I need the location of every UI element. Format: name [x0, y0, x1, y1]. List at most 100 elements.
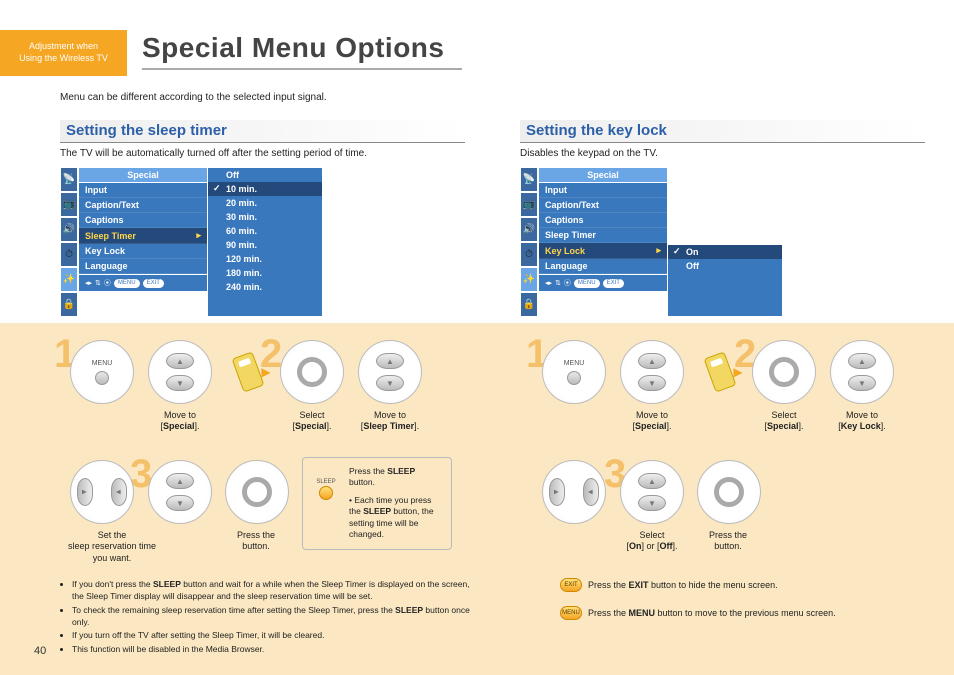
down-arrow-icon: ▼	[166, 375, 194, 391]
osd-tab-icon: ⏱	[520, 242, 538, 267]
remote-updown: ▲ ▼	[148, 340, 212, 404]
button-icon	[567, 371, 581, 385]
menu-label: MENU	[564, 360, 585, 367]
remote-updown: ▲ ▼	[148, 460, 212, 524]
osd-item: Key Lock	[79, 244, 207, 259]
osd-tab-icon: 🔒	[520, 292, 538, 317]
caption-press-btn: Press thebutton.	[206, 530, 306, 553]
exit-button-icon: EXIT	[560, 578, 582, 592]
osd-option: Off	[668, 259, 782, 273]
osd-item: Captions	[539, 213, 667, 228]
ok-ring-icon	[769, 357, 799, 387]
hint-menu: MENU Press the MENU button to move to th…	[560, 606, 836, 620]
remote-illustration: ▶	[694, 340, 758, 404]
osd-option-selected: On	[668, 244, 782, 259]
remote-leftright: ▲ ▼	[70, 460, 134, 524]
osd-option: 180 min.	[208, 266, 322, 280]
caption-set-time: Set thesleep reservation timeyou want.	[52, 530, 172, 564]
up-arrow-icon: ▲	[638, 353, 666, 369]
remote-illustration: ▶	[222, 340, 286, 404]
page-title: Special Menu Options	[142, 32, 462, 70]
osd-tab-icon: 📡	[520, 167, 538, 192]
osd-header: Special	[78, 167, 208, 182]
osd-header: Special	[538, 167, 668, 182]
down-arrow-icon: ▼	[638, 495, 666, 511]
badge-line2: Using the Wireless TV	[0, 53, 127, 65]
page-number: 40	[34, 645, 46, 657]
caption-move-special: Move to[Special].	[130, 410, 230, 433]
up-arrow-icon: ▲	[376, 353, 404, 369]
osd-option: 120 min.	[208, 252, 322, 266]
tip-sleep-button: SLEEP Press the SLEEP button. • Each tim…	[302, 457, 452, 550]
osd-tab-icon: ⏱	[60, 242, 78, 267]
ok-ring-icon	[297, 357, 327, 387]
heading-key-lock: Setting the key lock	[520, 120, 925, 143]
caption-move-special: Move to[Special].	[602, 410, 702, 433]
note-item: If you don't press the SLEEP button and …	[72, 578, 470, 603]
section-badge: Adjustment when Using the Wireless TV	[0, 30, 127, 76]
intro-text: Menu can be different according to the s…	[60, 92, 327, 103]
remote-icon	[232, 351, 265, 392]
remote-updown: ▲ ▼	[620, 460, 684, 524]
right-arrow-icon: ▼	[111, 478, 127, 506]
osd-option: 20 min.	[208, 196, 322, 210]
remote-menu-button: MENU	[70, 340, 134, 404]
caption-press-btn: Press thebutton.	[678, 530, 778, 553]
osd-footer-exit: EXIT	[143, 279, 164, 288]
remote-updown: ▲ ▼	[358, 340, 422, 404]
note-item: If you turn off the TV after setting the…	[72, 629, 470, 641]
osd-item-selected: Sleep Timer▸	[79, 228, 207, 244]
note-item: This function will be disabled in the Me…	[72, 643, 470, 655]
remote-leftright: ▲ ▼	[542, 460, 606, 524]
hint-text: Press the EXIT button to hide the menu s…	[588, 580, 778, 590]
right-arrow-icon: ▼	[583, 478, 599, 506]
hint-text: Press the MENU button to move to the pre…	[588, 608, 836, 618]
notes-list: If you don't press the SLEEP button and …	[60, 578, 470, 656]
down-arrow-icon: ▼	[376, 375, 404, 391]
osd-footer: ◂▸⇅⦿ MENU EXIT	[78, 275, 208, 292]
osd-footer: ◂▸⇅⦿ MENU EXIT	[538, 275, 668, 292]
remote-menu-button: MENU	[542, 340, 606, 404]
badge-line1: Adjustment when	[0, 41, 127, 53]
osd-tab-icon: 🔊	[60, 217, 78, 242]
osd-item: Captions	[79, 213, 207, 228]
osd-option: Off	[208, 168, 322, 182]
sleep-button-icon	[319, 486, 333, 500]
tip-line: Press the SLEEP button.	[349, 466, 443, 489]
osd-option: 90 min.	[208, 238, 322, 252]
remote-icon	[704, 351, 737, 392]
sleep-label: SLEEP	[316, 478, 335, 486]
ok-ring-icon	[242, 477, 272, 507]
down-arrow-icon: ▼	[638, 375, 666, 391]
osd-item: Input	[79, 183, 207, 198]
tip-line: • Each time you press the SLEEP button, …	[349, 495, 443, 541]
remote-ok-button	[752, 340, 816, 404]
caption-move-keylock: Move to[Key Lock].	[812, 410, 912, 433]
heading-sleep-timer: Setting the sleep timer	[60, 120, 465, 143]
osd-tab-icon: 🔒	[60, 292, 78, 317]
ok-ring-icon	[714, 477, 744, 507]
osd-item: Caption/Text	[539, 198, 667, 213]
note-item: To check the remaining sleep reservation…	[72, 604, 470, 629]
button-icon	[95, 371, 109, 385]
osd-option: 30 min.	[208, 210, 322, 224]
desc-sleep-timer: The TV will be automatically turned off …	[60, 148, 367, 159]
remote-ok-button	[225, 460, 289, 524]
remote-ok-button	[697, 460, 761, 524]
hint-exit: EXIT Press the EXIT button to hide the m…	[560, 578, 778, 592]
osd-menu-sleep: 📡 📺 🔊 ⏱ ✨ 🔒 Special Input Caption/Text C…	[60, 167, 355, 317]
osd-option: 240 min.	[208, 280, 322, 294]
osd-footer-exit: EXIT	[603, 279, 624, 288]
osd-tab-icon: ✨	[520, 267, 538, 292]
osd-footer-menu: MENU	[574, 279, 600, 288]
osd-item: Input	[539, 183, 667, 198]
down-arrow-icon: ▼	[166, 495, 194, 511]
remote-updown: ▲ ▼	[830, 340, 894, 404]
osd-item: Language	[79, 259, 207, 274]
osd-footer-menu: MENU	[114, 279, 140, 288]
osd-item-selected: Key Lock▸	[539, 243, 667, 259]
up-arrow-icon: ▲	[638, 473, 666, 489]
osd-item: Sleep Timer	[539, 228, 667, 243]
left-arrow-icon: ▲	[549, 478, 565, 506]
osd-option-selected: 10 min.	[208, 182, 322, 196]
